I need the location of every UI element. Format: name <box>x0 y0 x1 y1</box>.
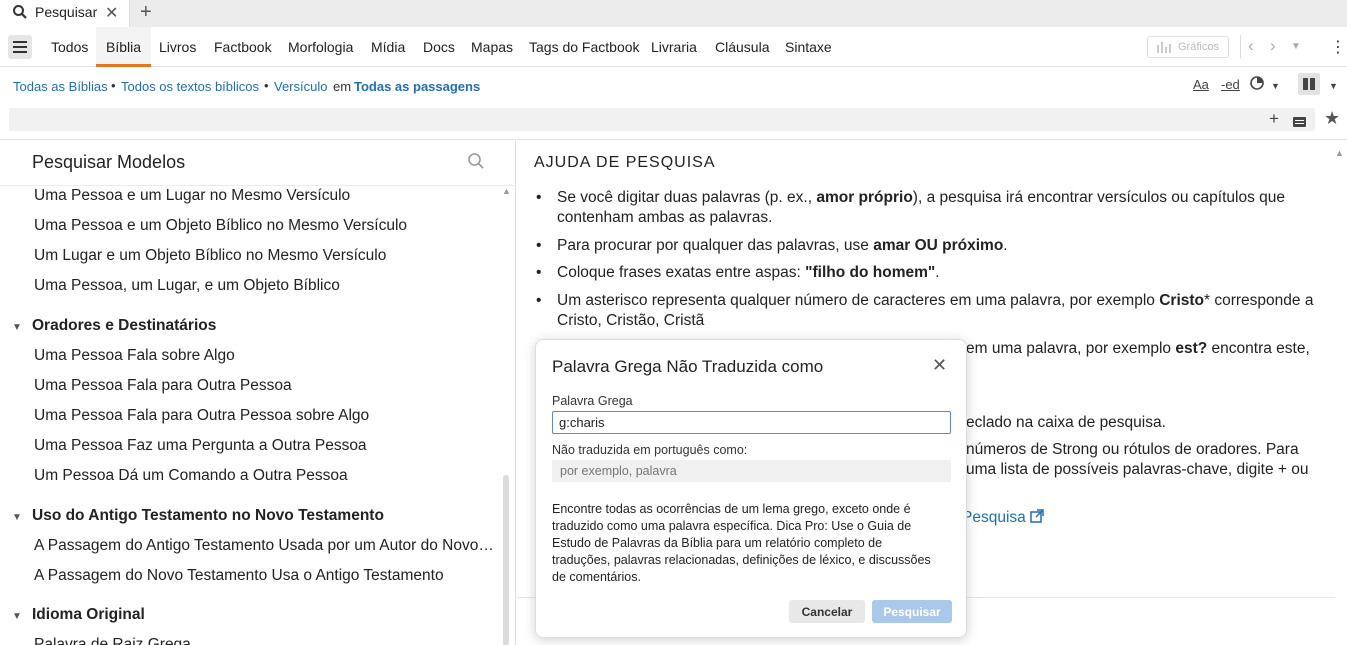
resource-nav: Todos Bíblia Livros Factbook Morfologia … <box>0 27 1347 67</box>
help-bullet-partial: eclado na caixa de pesquisa. <box>966 414 1166 431</box>
collapse-caret-icon[interactable]: ▼ <box>12 611 22 622</box>
nav-tab-clausula[interactable]: Cláusula <box>715 39 769 55</box>
translation-label: Não traduzida em português como: <box>552 443 748 457</box>
translation-input[interactable] <box>552 460 951 482</box>
dialog-description: Encontre todas as ocorrências de um lema… <box>552 502 931 584</box>
add-icon[interactable]: + <box>1269 109 1279 129</box>
more-options-icon[interactable]: ⋮ <box>1330 37 1346 57</box>
separator-dot: • <box>264 78 269 93</box>
template-item[interactable]: Uma Pessoa Faz uma Pergunta a Outra Pess… <box>34 437 367 455</box>
nav-tab-biblia[interactable]: Bíblia <box>106 39 141 55</box>
collapse-caret-icon[interactable]: ▼ <box>12 322 22 333</box>
template-item[interactable]: Um Pessoa Dá um Comando a Outra Pessoa <box>34 467 348 485</box>
divider <box>1240 35 1241 59</box>
dialog-title: Palavra Grega Não Traduzida como <box>552 357 824 376</box>
external-link-icon <box>1030 509 1044 526</box>
template-item[interactable]: Uma Pessoa Fala para Outra Pessoa <box>34 377 292 395</box>
favorite-star-icon[interactable]: ★ <box>1324 108 1340 129</box>
templates-panel: Pesquisar Modelos ▲ Uma Pessoa e um Luga… <box>0 139 516 645</box>
back-icon[interactable]: ‹ <box>1248 36 1254 56</box>
graficos-button[interactable]: Gráficos <box>1147 36 1229 58</box>
template-item[interactable]: Uma Pessoa e um Lugar no Mesmo Versículo <box>34 187 350 205</box>
nav-tab-livraria[interactable]: Livraria <box>651 39 697 55</box>
visual-filter-icon[interactable] <box>1250 76 1264 93</box>
collapse-caret-icon[interactable]: ▼ <box>12 512 22 523</box>
layout-toggle-icon[interactable] <box>1298 73 1320 95</box>
forward-icon[interactable]: › <box>1270 36 1276 56</box>
nav-tab-sintaxe[interactable]: Sintaxe <box>785 39 832 55</box>
scope-unit-link[interactable]: Versículo <box>274 79 327 94</box>
nav-tab-mapas[interactable]: Mapas <box>471 39 513 55</box>
search-button[interactable]: Pesquisar <box>872 600 952 623</box>
nav-tab-factbook[interactable]: Factbook <box>214 39 272 55</box>
search-input[interactable] <box>9 108 1315 131</box>
help-title: AJUDA DE PESQUISA <box>534 154 716 171</box>
layout-dropdown-icon[interactable]: ▼ <box>1329 81 1338 91</box>
help-bullet: • Um asterisco representa qualquer númer… <box>536 292 1314 329</box>
nav-tab-morfologia[interactable]: Morfologia <box>288 39 353 55</box>
help-bullet: • Coloque frases exatas entre aspas: "fi… <box>536 264 940 281</box>
divider <box>0 185 515 186</box>
menu-icon[interactable] <box>8 35 32 59</box>
scroll-up-icon[interactable]: ▲ <box>502 186 511 196</box>
nav-tab-todos[interactable]: Todos <box>51 39 88 55</box>
search-icon[interactable] <box>467 152 485 175</box>
group-header[interactable]: Idioma Original <box>32 606 145 624</box>
new-tab-icon[interactable]: + <box>140 1 152 24</box>
separator-dot: • <box>111 78 116 93</box>
template-item[interactable]: Palavra de Raiz Grega <box>34 636 191 645</box>
scroll-up-icon[interactable]: ▲ <box>1335 148 1344 158</box>
greek-word-label: Palavra Grega <box>552 394 633 408</box>
template-item[interactable]: Uma Pessoa Fala sobre Algo <box>34 347 235 365</box>
scope-connector: em <box>333 79 352 94</box>
close-tab-icon[interactable]: ✕ <box>105 3 118 23</box>
scrollbar[interactable] <box>503 475 509 645</box>
scope-texts-link[interactable]: Todos os textos bíblicos <box>121 79 259 94</box>
template-item[interactable]: Uma Pessoa Fala para Outra Pessoa sobre … <box>34 407 369 425</box>
template-item[interactable]: Uma Pessoa, um Lugar, e um Objeto Bíblic… <box>34 277 340 295</box>
nav-tab-midia[interactable]: Mídia <box>371 39 405 55</box>
bar-chart-icon <box>1157 42 1171 56</box>
graficos-label: Gráficos <box>1178 41 1219 53</box>
help-bullet-partial: números de Strong ou rótulos de oradores… <box>966 441 1299 458</box>
nav-tab-docs[interactable]: Docs <box>423 39 455 55</box>
nav-tab-tags-factbook[interactable]: Tags do Factbook <box>529 39 640 55</box>
template-item[interactable]: Um Lugar e um Objeto Bíblico no Mesmo Ve… <box>34 247 386 265</box>
template-item[interactable]: A Passagem do Antigo Testamento Usada po… <box>34 537 496 555</box>
search-icon <box>12 4 28 25</box>
panel-title: Pesquisar Modelos <box>32 152 186 172</box>
chevron-down-icon[interactable]: ▼ <box>1271 81 1280 91</box>
group-header[interactable]: Oradores e Destinatários <box>32 317 216 335</box>
help-bullet-partial: uma lista de possíveis palavras-chave, d… <box>966 461 1309 478</box>
case-sensitive-icon[interactable]: Aa <box>1193 77 1209 92</box>
help-bullet-partial: em uma palavra, por exemplo est? encontr… <box>966 340 1310 357</box>
tab-search[interactable]: Pesquisar ✕ <box>0 0 130 27</box>
cancel-button[interactable]: Cancelar <box>789 600 865 623</box>
word-forms-icon[interactable]: -ed <box>1221 77 1240 92</box>
greek-word-dialog: Palavra Grega Não Traduzida como ✕ Palav… <box>535 339 967 638</box>
help-bullet: • Para procurar por qualquer das palavra… <box>536 237 1008 254</box>
template-item[interactable]: A Passagem do Novo Testamento Usa o Anti… <box>34 567 444 585</box>
history-dropdown-icon[interactable]: ▼ <box>1291 41 1301 52</box>
keyboard-icon[interactable] <box>1293 114 1306 132</box>
scope-bibles-link[interactable]: Todas as Bíblias <box>13 79 108 94</box>
nav-tab-livros[interactable]: Livros <box>159 39 196 55</box>
template-item[interactable]: Uma Pessoa e um Objeto Bíblico no Mesmo … <box>34 217 407 235</box>
scope-bar: Todas as Bíblias • Todos os textos bíbli… <box>0 67 1347 105</box>
tab-strip: Pesquisar ✕ + <box>0 0 1347 27</box>
greek-word-input[interactable] <box>552 411 951 434</box>
help-link[interactable]: Pesquisa <box>962 508 1082 528</box>
close-icon[interactable]: ✕ <box>932 355 947 376</box>
help-bullet: • Se você digitar duas palavras (p. ex.,… <box>536 189 1286 226</box>
tab-label: Pesquisar <box>35 4 98 20</box>
scope-passages-link[interactable]: Todas as passagens <box>354 79 480 94</box>
group-header[interactable]: Uso do Antigo Testamento no Novo Testame… <box>32 507 384 525</box>
